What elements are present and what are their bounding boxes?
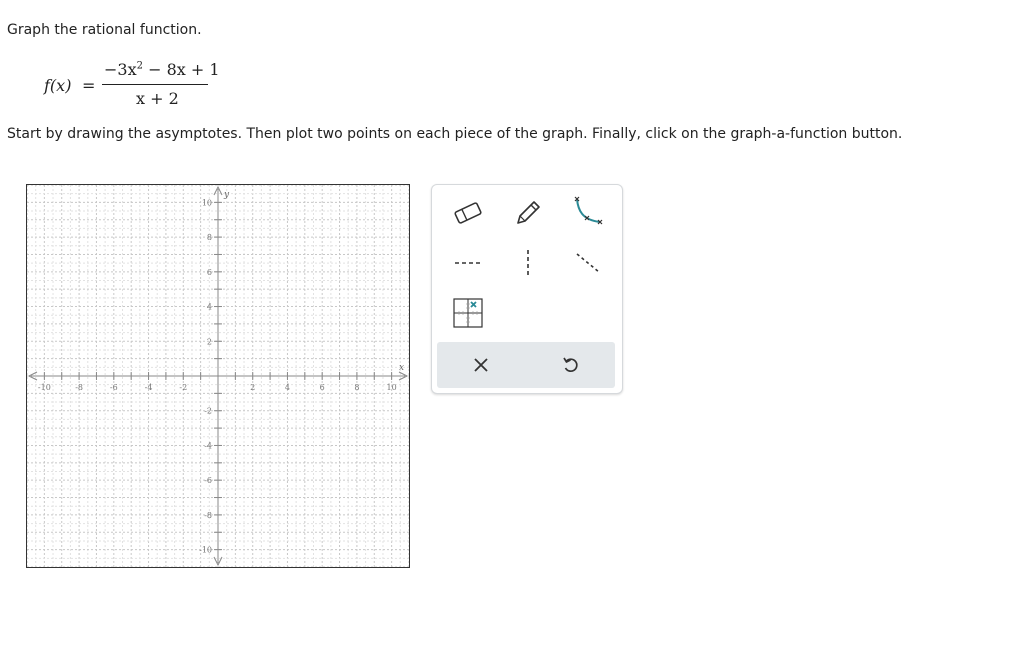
x-tick-label: -8 [75, 383, 83, 392]
undo-button[interactable] [551, 348, 591, 382]
horizontal-asymptote-tool[interactable] [446, 245, 490, 281]
point-grid-icon [453, 298, 483, 328]
graph-function-icon [574, 196, 603, 225]
x-tick-label: 2 [250, 383, 255, 392]
y-tick-label: -6 [204, 476, 212, 485]
eraser-tool[interactable] [446, 195, 490, 231]
x-tick-label: -4 [145, 383, 153, 392]
question-prompt: Graph the rational function. [7, 22, 202, 38]
formula-numerator: −3x2 − 8x + 1 [104, 60, 220, 79]
y-tick-label: 8 [207, 233, 212, 242]
y-tick-label: -2 [204, 407, 212, 416]
eraser-icon [454, 202, 482, 224]
numerator-term-b: − 8x + 1 [148, 60, 220, 79]
rational-function-formula: f(x) = −3x2 − 8x + 1 x + 2 [44, 60, 220, 112]
y-tick-label: -8 [204, 511, 212, 520]
formula-denominator: x + 2 [136, 89, 179, 108]
vertical-asymptote-tool[interactable] [506, 245, 550, 281]
numerator-term-a: −3x [104, 60, 137, 79]
vertical-dashed-line-icon [527, 250, 529, 276]
graph-function-tool[interactable] [566, 195, 610, 231]
numerator-exponent: 2 [136, 60, 143, 72]
x-tick-label: 4 [285, 383, 290, 392]
graph-toolbox [431, 184, 623, 394]
y-axis-label: y [223, 190, 230, 200]
x-axis-label: x [399, 363, 404, 373]
pencil-tool[interactable] [506, 195, 550, 231]
coordinate-plane[interactable]: -10 -8 -6 -4 -2 2 4 6 8 10 10 8 6 4 2 -2 -4 -6 -8 -10 x y [27, 185, 409, 567]
instructions-text: Start by drawing the asymptotes. Then pl… [7, 126, 903, 142]
slant-dashed-line-icon [576, 253, 600, 273]
x-tick-label: 8 [354, 383, 359, 392]
fraction-bar [102, 84, 208, 85]
x-tick-label: 10 [387, 383, 397, 392]
formula-lhs: f(x) [44, 76, 72, 95]
undo-icon [563, 357, 578, 373]
y-tick-label: -10 [199, 546, 212, 555]
slant-asymptote-tool[interactable] [566, 245, 610, 281]
x-tick-label: -6 [110, 383, 118, 392]
point-tool[interactable] [446, 295, 490, 331]
y-tick-label: 4 [207, 303, 212, 312]
y-tick-label: 10 [202, 198, 212, 207]
horizontal-dashed-line-icon [455, 262, 481, 264]
close-icon [474, 358, 488, 372]
clear-button[interactable] [461, 348, 501, 382]
action-bar [437, 342, 615, 388]
y-tick-label: 6 [207, 268, 212, 277]
graph-canvas[interactable]: -10 -8 -6 -4 -2 2 4 6 8 10 10 8 6 4 2 -2 -4 -6 -8 -10 x y [26, 184, 410, 568]
pencil-icon [517, 201, 540, 224]
x-tick-label: -2 [179, 383, 187, 392]
formula-equals: = [82, 76, 96, 95]
x-tick-label: -10 [38, 383, 51, 392]
y-tick-label: 2 [207, 337, 212, 346]
x-tick-label: 6 [320, 383, 325, 392]
y-tick-label: -4 [204, 441, 212, 450]
